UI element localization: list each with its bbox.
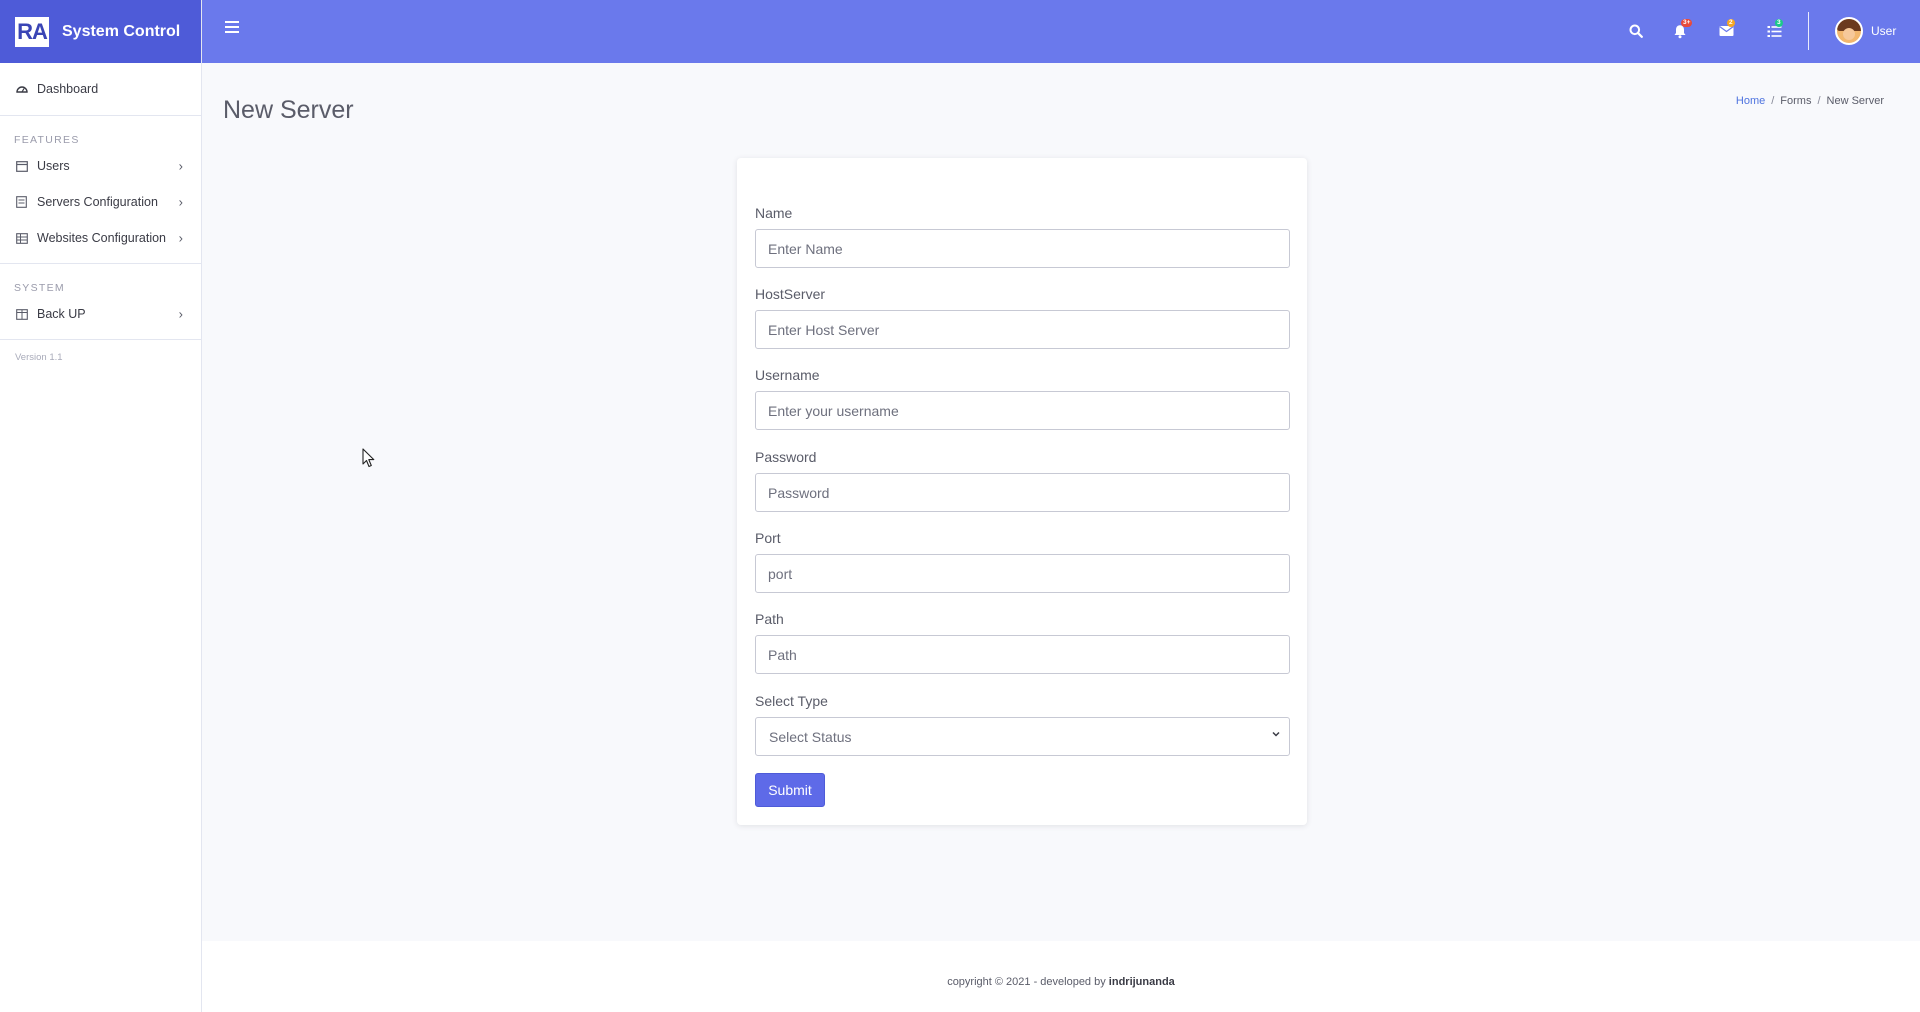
breadcrumb-forms: Forms — [1780, 95, 1812, 107]
new-server-form-card: Name HostServer Username Password Port P… — [737, 158, 1307, 825]
host-server-form-group: HostServer — [755, 286, 1290, 349]
breadcrumb-current: New Server — [1826, 95, 1884, 107]
password-input[interactable] — [755, 473, 1290, 512]
name-form-group: Name — [755, 205, 1290, 268]
tasks-list-icon[interactable]: 3 — [1763, 19, 1785, 42]
sidebar-item-back-up[interactable]: Back UP › — [0, 296, 201, 332]
window-icon — [15, 160, 28, 173]
sidebar-item-dashboard[interactable]: Dashboard — [0, 70, 201, 108]
submit-button[interactable]: Submit — [755, 773, 825, 807]
password-form-group: Password — [755, 449, 1290, 512]
password-label: Password — [755, 449, 817, 465]
port-input[interactable] — [755, 554, 1290, 593]
breadcrumb-separator: / — [1771, 95, 1775, 107]
sidebar-item-label: Dashboard — [37, 82, 99, 96]
chevron-right-icon: › — [178, 194, 183, 210]
select-type-label: Select Type — [755, 693, 828, 709]
notifications-bell-icon[interactable]: 3+ — [1669, 19, 1693, 42]
page-title: New Server — [223, 96, 354, 124]
brand-logo: RA — [15, 16, 49, 47]
brand[interactable]: RA System Control — [0, 0, 201, 63]
sidebar-divider — [0, 339, 201, 340]
port-label: Port — [755, 530, 781, 546]
topbar: 3+ 2 3 User — [202, 0, 1920, 63]
port-form-group: Port — [755, 530, 1290, 593]
sidebar-toggle-icon[interactable] — [225, 21, 239, 33]
name-input[interactable] — [755, 229, 1290, 268]
sidebar-divider — [0, 263, 201, 264]
sidebar-divider — [0, 115, 201, 116]
sidebar-item-websites-configuration[interactable]: Websites Configuration › — [0, 220, 201, 256]
sidebar-heading-features: FEATURES — [14, 134, 80, 146]
sidebar-item-label: Servers Configuration — [37, 195, 158, 209]
user-menu[interactable]: User — [1835, 17, 1896, 45]
messages-envelope-icon[interactable]: 2 — [1715, 19, 1737, 42]
sidebar-item-label: Users — [37, 159, 70, 173]
breadcrumb-home-link[interactable]: Home — [1736, 95, 1765, 107]
tasks-badge: 3 — [1775, 19, 1783, 27]
breadcrumb: Home / Forms / New Server — [1736, 95, 1884, 107]
sidebar-item-label: Back UP — [37, 307, 86, 321]
type-form-group: Select Type Select Status — [755, 693, 1290, 756]
chevron-right-icon: › — [178, 306, 183, 322]
brand-name: System Control — [62, 22, 181, 40]
breadcrumb-separator: / — [1817, 95, 1821, 107]
status-select[interactable]: Select Status — [755, 717, 1290, 756]
path-label: Path — [755, 611, 784, 627]
select-wrap: Select Status — [755, 717, 1290, 756]
avatar — [1835, 17, 1863, 45]
messages-badge: 2 — [1727, 19, 1735, 27]
dashboard-icon — [15, 83, 28, 96]
notifications-badge: 3+ — [1681, 19, 1693, 27]
user-name: User — [1871, 24, 1897, 38]
footer-copyright: copyright © 2021 - developed by indrijun… — [202, 976, 1920, 988]
author-name: indrijunanda — [1108, 976, 1175, 988]
topbar-divider — [1808, 12, 1809, 50]
chevron-right-icon: › — [178, 230, 183, 246]
columns-icon — [15, 308, 28, 321]
host-server-input[interactable] — [755, 310, 1290, 349]
server-icon — [15, 196, 28, 209]
sidebar-heading-system: SYSTEM — [14, 282, 65, 294]
sidebar: RA System Control Dashboard FEATURES Use… — [0, 0, 202, 1012]
footer: copyright © 2021 - developed by indrijun… — [202, 941, 1920, 1012]
version-label: Version 1.1 — [15, 352, 63, 363]
host-server-label: HostServer — [755, 286, 826, 302]
sidebar-item-users[interactable]: Users › — [0, 148, 201, 184]
mouse-cursor-icon — [362, 448, 375, 468]
username-input[interactable] — [755, 391, 1290, 430]
chevron-right-icon: › — [178, 158, 183, 174]
search-icon[interactable] — [1625, 20, 1647, 42]
sidebar-item-servers-configuration[interactable]: Servers Configuration › — [0, 184, 201, 220]
sidebar-item-label: Websites Configuration — [37, 231, 167, 245]
path-form-group: Path — [755, 611, 1290, 674]
copyright-text: copyright © 2021 - developed by — [947, 976, 1106, 988]
username-label: Username — [755, 367, 820, 383]
name-label: Name — [755, 205, 793, 221]
path-input[interactable] — [755, 635, 1290, 674]
table-icon — [15, 232, 28, 245]
username-form-group: Username — [755, 367, 1290, 430]
